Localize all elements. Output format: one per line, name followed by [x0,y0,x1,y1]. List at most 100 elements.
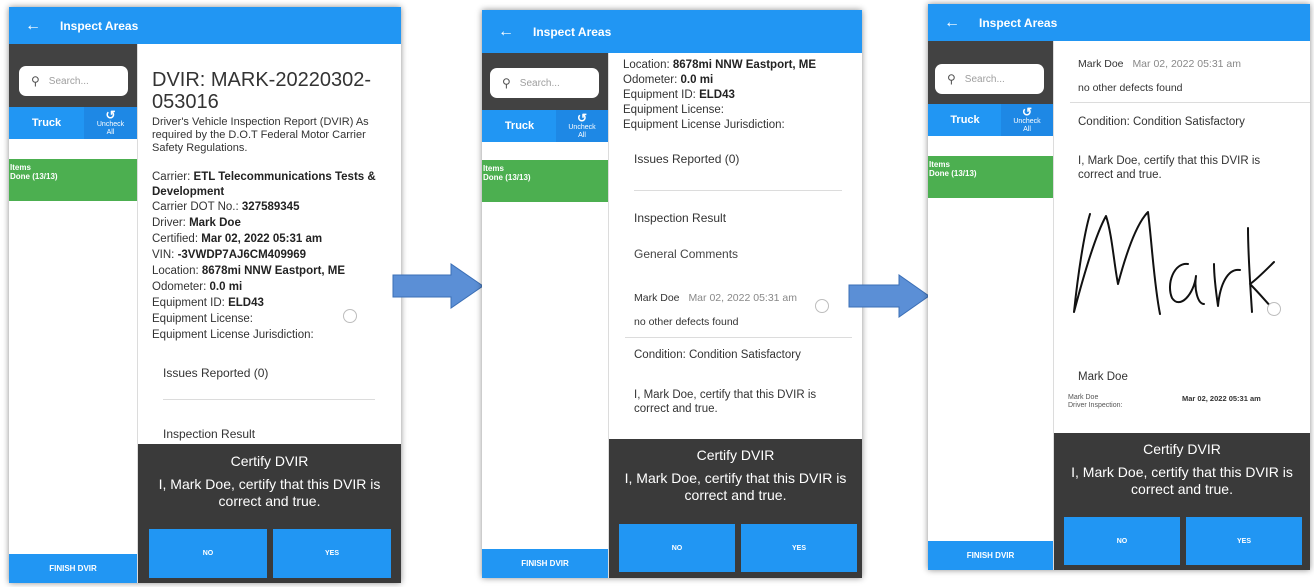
vin-value: -3VWDP7AJ6CM409969 [177,249,307,261]
equipment-id-label: Equipment ID: [152,297,225,309]
signer-name: Mark Doe [1078,371,1128,383]
items-status: Done (13/13) [10,172,58,181]
truck-label: Truck [31,117,62,129]
finish-label: FINISH DVIR [521,559,569,568]
arrow-left-icon[interactable]: ← [498,23,518,41]
dvir-title-line-1: DVIR: MARK-20220302- [152,69,371,91]
equipment-id-row: Equipment ID: ELD43 [152,296,391,311]
truck-button[interactable]: Truck [9,107,84,139]
items-status: Done (13/13) [483,173,531,182]
driver-value: Mark Doe [189,217,241,229]
dialog-message: I, Mark Doe, certify that this DVIR is c… [1071,464,1293,497]
truck-button[interactable]: Truck [928,104,1002,136]
divider [1070,102,1310,103]
general-comments-label: General Comments [634,247,739,261]
uncheck-label-1: Uncheck [568,124,596,131]
odometer-value: 0.0 mi [680,74,714,86]
truck-button[interactable]: Truck [482,110,557,142]
radio-button[interactable] [1267,302,1281,316]
items-category[interactable]: Items Done (13/13) [9,159,137,201]
dialog-message: I, Mark Doe, certify that this DVIR is c… [158,476,381,509]
truck-label: Truck [950,114,980,126]
yes-button[interactable]: YES [1186,517,1302,565]
no-button[interactable]: NO [1064,517,1180,565]
no-label: NO [1116,537,1128,545]
finish-dvir-button[interactable]: FINISH DVIR [9,554,137,583]
dialog-title: Certify DVIR [230,453,309,469]
divider [625,337,852,338]
finish-dvir-button[interactable]: FINISH DVIR [482,549,608,578]
dialog-message: I, Mark Doe, certify that this DVIR is c… [624,470,847,503]
equipment-license-label: Equipment License: [623,104,725,116]
vin-row: VIN: -3VWDP7AJ6CM409969 [152,248,391,263]
items-category[interactable]: Items Done (13/13) [482,160,608,202]
equipment-id-value: ELD43 [228,297,264,309]
radio-button[interactable] [815,299,829,313]
yes-button[interactable]: YES [741,524,857,572]
location-label: Location: [152,265,199,277]
finish-label: FINISH DVIR [49,564,97,573]
certify-dialog: Certify DVIR I, Mark Doe, certify that t… [1054,433,1310,570]
app-bar: ← Inspect Areas [9,7,401,44]
no-label: NO [202,550,214,557]
no-button[interactable]: NO [619,524,735,572]
flow-arrow-1 [392,263,484,309]
no-label: NO [671,544,683,552]
odometer-label: Odometer: [623,74,678,86]
radio-button[interactable] [343,309,357,323]
comment-text: no other defects found [1078,82,1183,94]
signer-role: Driver Inspection: [1068,402,1123,409]
odometer-row: Odometer: 0.0 mi [152,280,391,295]
no-button[interactable]: NO [149,529,267,578]
comment-date: Mar 02, 2022 05:31 am [688,292,798,304]
yes-label: YES [1236,537,1251,545]
arrow-left-icon[interactable]: ← [25,17,45,35]
search-input[interactable]: ⚲ Search... [490,68,599,98]
certify-dialog: Certify DVIR I, Mark Doe, certify that t… [609,439,862,578]
location-row: Location: 8678mi NNW Eastport, ME [152,264,391,279]
items-category[interactable]: Items Done (13/13) [928,156,1053,198]
issues-reported-label: Issues Reported (0) [163,366,269,380]
certified-label: Certified: [152,233,199,245]
location-value: 8678mi NNW Eastport, ME [201,265,346,277]
app-title: Inspect Areas [979,15,1058,30]
location-row: Location: 8678mi NNW Eastport, ME [623,58,852,73]
uncheck-all-button[interactable]: ↺ Uncheck All [1001,104,1053,136]
finish-dvir-button[interactable]: FINISH DVIR [928,541,1053,570]
condition-label: Condition: Condition Satisfactory [634,349,801,361]
search-input[interactable]: ⚲ Search... [19,66,128,96]
carrier-row: Carrier: ETL Telecommunications Tests & … [152,170,391,200]
dvir-description: Driver's Vehicle Inspection Report (DVIR… [152,116,369,154]
undo-icon: ↺ [1021,105,1033,119]
app-title: Inspect Areas [60,18,139,33]
sidebar: ⚲ Search... Truck ↺ Uncheck All Items Do… [482,53,609,578]
items-label: Items [483,164,504,173]
screen-3: ← Inspect Areas ⚲ Search... Truck ↺ Unch… [928,4,1310,570]
location-label: Location: [623,59,670,71]
uncheck-label-1: Uncheck [1013,118,1041,125]
signer-date: Mar 02, 2022 05:31 am [1182,394,1261,403]
uncheck-label-1: Uncheck [96,121,125,128]
dot-label: Carrier DOT No.: [152,201,239,213]
equipment-jurisdiction-label: Equipment License Jurisdiction: [623,119,785,131]
search-placeholder: Search... [519,77,560,89]
arrow-left-icon[interactable]: ← [944,14,964,32]
items-status: Done (13/13) [929,169,977,178]
odometer-row: Odometer: 0.0 mi [623,73,852,88]
yes-button[interactable]: YES [273,529,391,578]
uncheck-all-button[interactable]: ↺ Uncheck All [556,110,608,142]
app-title: Inspect Areas [533,24,612,39]
search-icon: ⚲ [947,72,956,86]
app-bar: ← Inspect Areas [928,4,1310,41]
items-label: Items [929,160,950,169]
uncheck-label-2: All [106,129,115,136]
certified-row: Certified: Mar 02, 2022 05:31 am [152,232,391,247]
divider [634,190,842,191]
search-placeholder: Search... [964,73,1005,85]
uncheck-all-button[interactable]: ↺ Uncheck All [84,107,137,139]
comment-date: Mar 02, 2022 05:31 am [1132,58,1242,70]
comment-author: Mark Doe [1078,58,1124,70]
screen-1: ← Inspect Areas ⚲ Search... Truck ↺ Unch… [9,7,401,583]
comment-text: no other defects found [634,316,739,328]
search-input[interactable]: ⚲ Search... [935,64,1044,94]
